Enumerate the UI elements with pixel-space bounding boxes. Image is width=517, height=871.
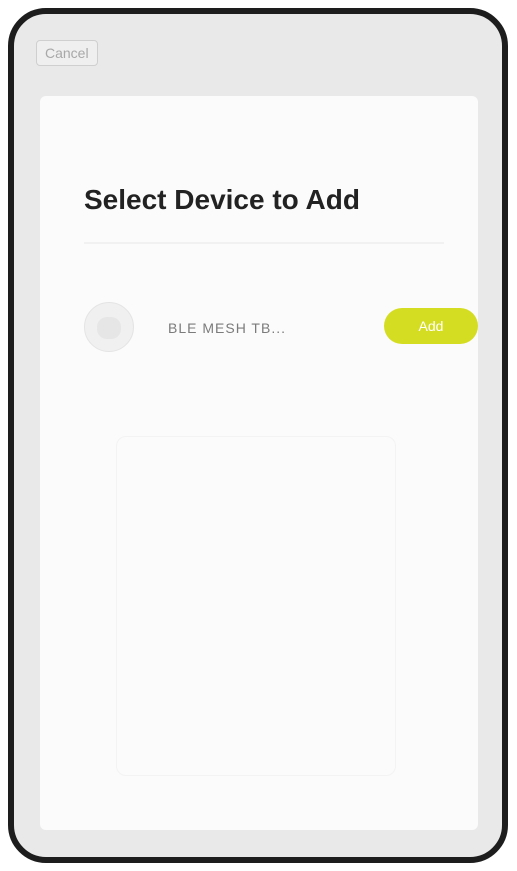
device-icon (84, 302, 134, 352)
sheet-divider (84, 242, 444, 244)
phone-frame: Cancel Select Device to Add BLE MESH TB.… (8, 8, 508, 863)
add-device-button[interactable]: Add (384, 308, 478, 344)
cancel-button[interactable]: Cancel (36, 40, 98, 66)
background-outline (116, 436, 396, 776)
device-list-item: BLE MESH TB... Add (84, 302, 478, 364)
device-selection-sheet: Select Device to Add BLE MESH TB... Add (40, 96, 478, 830)
page-title: Select Device to Add (84, 184, 360, 215)
device-name: BLE MESH TB... (168, 320, 286, 336)
